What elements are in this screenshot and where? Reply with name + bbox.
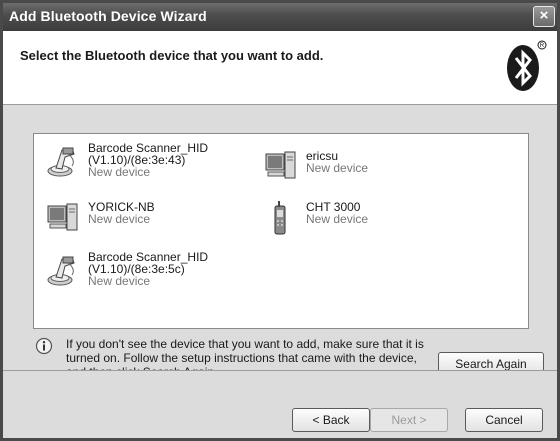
info-line: If you don't see the device that you wan… <box>66 337 424 351</box>
bluetooth-logo-icon: R <box>507 40 547 91</box>
barcode-scanner-icon <box>47 256 75 286</box>
device-list[interactable]: Barcode Scanner_HID (V1.10)/(8e:3e:43) N… <box>33 133 529 329</box>
phone-icon <box>274 201 286 235</box>
device-status: New device <box>88 274 151 288</box>
wizard-content: Barcode Scanner_HID (V1.10)/(8e:3e:43) N… <box>3 106 557 379</box>
cancel-button[interactable]: Cancel <box>465 408 543 432</box>
device-status: New device <box>88 212 151 226</box>
svg-text:R: R <box>540 43 545 49</box>
close-icon: × <box>539 7 549 24</box>
device-item-ericsu[interactable]: ericsu New device <box>264 148 368 184</box>
device-item-barcode-scanner-2[interactable]: Barcode Scanner_HID (V1.10)/(8e:3e:5c) N… <box>46 251 208 287</box>
close-button[interactable]: × <box>533 6 555 27</box>
device-status: New device <box>306 161 369 175</box>
device-item-yorick-nb[interactable]: YORICK-NB New device <box>46 200 155 236</box>
computer-icon <box>265 151 296 179</box>
info-line: turned on. Follow the setup instructions… <box>66 351 417 365</box>
page-title: Select the Bluetooth device that you wan… <box>20 48 324 63</box>
wizard-window: Add Bluetooth Device Wizard × Select the… <box>0 0 560 441</box>
back-button[interactable]: < Back <box>292 408 370 432</box>
computer-icon <box>47 203 78 231</box>
title-bar[interactable]: Add Bluetooth Device Wizard × <box>3 3 557 31</box>
wizard-header: Select the Bluetooth device that you wan… <box>3 31 557 105</box>
next-button[interactable]: Next > <box>370 408 448 432</box>
device-item-barcode-scanner-1[interactable]: Barcode Scanner_HID (V1.10)/(8e:3e:43) N… <box>46 142 208 178</box>
info-icon <box>35 337 53 355</box>
device-item-cht-3000[interactable]: CHT 3000 New device <box>264 200 368 236</box>
device-status: New device <box>88 165 151 179</box>
wizard-footer: < Back Next > Cancel <box>3 370 557 438</box>
window-title: Add Bluetooth Device Wizard <box>9 8 207 24</box>
barcode-scanner-icon <box>47 147 75 177</box>
device-status: New device <box>306 212 369 226</box>
